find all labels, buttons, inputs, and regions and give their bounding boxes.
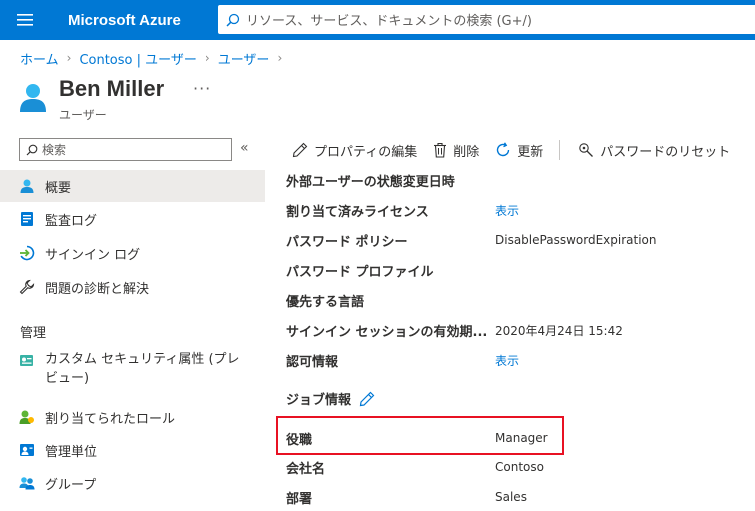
property-value: 2020年4月24日 15:42 [495,323,623,338]
pencil-icon[interactable] [359,391,375,407]
property-label: 会社名 [286,461,326,477]
assigned-roles-icon [19,409,35,425]
property-row-authorization-info: 認可情報 表示 [286,350,755,370]
property-row-external-state-change: 外部ユーザーの状態変更日時 [286,170,755,190]
sidebar-search-input[interactable]: 検索 [19,138,232,161]
edit-properties-button[interactable]: プロパティの編集 [292,141,417,160]
pencil-icon [292,142,308,158]
search-icon [226,13,240,27]
admin-units-icon [19,442,35,458]
property-label: 外部ユーザーの状態変更日時 [286,174,455,190]
sidebar-item-assigned-roles[interactable]: 割り当てられたロール [0,403,265,431]
edit-properties-label: プロパティの編集 [314,144,418,160]
sidebar-item-label: グループ [45,477,97,493]
global-search-input[interactable]: リソース、サービス、ドキュメントの検索 (G+/) [218,5,755,34]
breadcrumb-users[interactable]: ユーザー [218,49,270,68]
sidebar-item-admin-units[interactable]: 管理単位 [0,436,265,464]
property-label: 割り当て済みライセンス [286,204,429,220]
delete-button[interactable]: 削除 [433,141,479,160]
property-label: 部署 [286,491,313,507]
wrench-icon [19,279,35,295]
sign-in-icon [19,245,35,261]
property-label: パスワード ポリシー [286,234,408,250]
job-info-title: ジョブ情報 [286,393,352,408]
sidebar-item-label-line2: ビュー) [45,371,90,386]
user-avatar-icon [20,84,46,112]
section-manage: 管理 [20,326,47,341]
property-row-password-profile: パスワード プロファイル [286,260,755,280]
chevron-right-icon: › [204,51,210,65]
trash-icon [434,142,447,158]
refresh-label: 更新 [517,144,544,160]
delete-label: 削除 [453,144,480,160]
user-icon [19,178,35,194]
sidebar-search-placeholder: 検索 [42,143,67,157]
sidebar-item-label: 管理単位 [45,444,98,460]
top-bar: Microsoft Azure リソース、サービス、ドキュメントの検索 (G+/… [0,0,755,40]
search-icon [26,144,38,155]
hamburger-menu-icon[interactable] [0,0,50,40]
breadcrumb: ホーム › Contoso | ユーザー › ユーザー › [20,48,290,68]
property-value: DisablePasswordExpiration [495,233,657,247]
property-value: Sales [495,490,527,504]
sidebar-item-label: サインイン ログ [45,247,141,263]
property-label: 認可情報 [286,354,339,370]
sidebar-item-label: 監査ログ [45,213,98,229]
reset-password-label: パスワードのリセット [600,144,731,160]
highlight-box [276,416,564,455]
sidebar-item-label: 概要 [45,180,72,196]
audit-log-icon [19,211,35,227]
command-toolbar: プロパティの編集 削除 更新 パスワードのリセット [292,140,746,160]
view-licenses-link[interactable]: 表示 [495,202,519,219]
sidebar-item-label: カスタム セキュリティ属性 (プレ ビュー) [45,350,260,388]
sidebar-item-label: 割り当てられたロール [45,411,176,427]
custom-attributes-icon [19,353,35,369]
refresh-button[interactable]: 更新 [495,141,543,160]
job-info-section-title: ジョブ情報 [286,389,375,408]
sidebar-item-diagnose[interactable]: 問題の診断と解決 [0,273,265,301]
reset-password-button[interactable]: パスワードのリセット [578,141,730,160]
collapse-sidebar-icon[interactable]: « [240,140,249,156]
sidebar-item-custom-attributes[interactable]: カスタム セキュリティ属性 (プレ ビュー) [0,350,265,392]
property-label: パスワード プロファイル [286,264,434,280]
page-title: Ben Miller [59,76,165,101]
more-options-icon[interactable]: ··· [193,79,211,98]
property-row-sign-in-session: サインイン セッションの有効期... 2020年4月24日 15:42 [286,320,755,340]
toolbar-divider [559,140,561,160]
property-row-department: 部署 Sales [286,487,755,507]
property-label: 優先する言語 [286,294,365,310]
sidebar-item-label: 問題の診断と解決 [45,281,150,297]
groups-icon [19,475,35,491]
sidebar-item-audit-log[interactable]: 監査ログ [0,205,265,233]
property-row-preferred-language: 優先する言語 [286,290,755,310]
breadcrumb-home[interactable]: ホーム [20,49,59,68]
key-search-icon [579,143,594,157]
property-row-company-name: 会社名 Contoso [286,457,755,477]
sidebar-item-label-line1: カスタム セキュリティ属性 (プレ [45,352,240,367]
chevron-right-icon: › [277,51,283,65]
property-row-password-policy: パスワード ポリシー DisablePasswordExpiration [286,230,755,250]
page-subtitle: ユーザー [59,108,107,122]
sidebar-item-groups[interactable]: グループ [0,469,265,497]
view-authorization-link[interactable]: 表示 [495,352,519,369]
property-value: Contoso [495,460,544,474]
search-placeholder: リソース、サービス、ドキュメントの検索 (G+/) [246,14,532,29]
property-row-assigned-licenses: 割り当て済みライセンス 表示 [286,200,755,220]
sidebar-item-sign-in-log[interactable]: サインイン ログ [0,239,265,267]
brand-title[interactable]: Microsoft Azure [68,12,216,29]
refresh-icon [497,142,510,157]
property-label: サインイン セッションの有効期... [286,324,488,340]
chevron-right-icon: › [66,51,72,65]
sidebar-item-overview[interactable]: 概要 [0,170,265,202]
breadcrumb-contoso-users[interactable]: Contoso | ユーザー [79,49,196,68]
